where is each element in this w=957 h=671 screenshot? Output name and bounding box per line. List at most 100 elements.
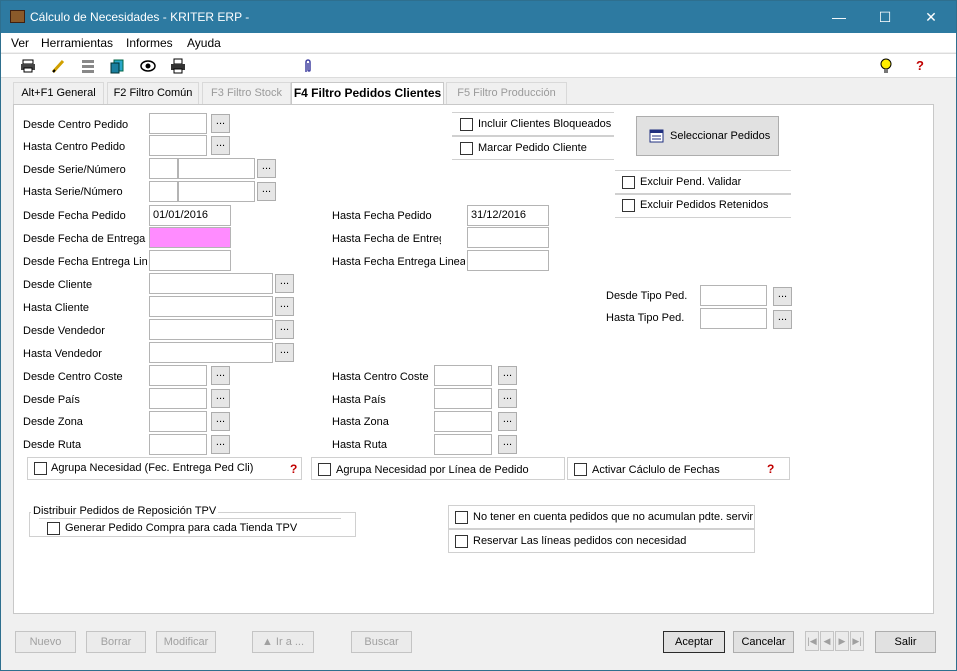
maximize-button[interactable]: ☐ bbox=[862, 1, 908, 33]
label-hasta-serie-numero: Hasta Serie/Número bbox=[23, 186, 123, 198]
input-desde-centro-pedido[interactable] bbox=[149, 113, 207, 134]
ir-a-button[interactable]: ▲ Ir a ... bbox=[252, 631, 314, 653]
print-preview-icon[interactable] bbox=[170, 58, 186, 74]
paperclip-icon[interactable] bbox=[300, 58, 316, 74]
pencil-icon[interactable] bbox=[50, 58, 66, 74]
seleccionar-pedidos-button[interactable]: Seleccionar Pedidos bbox=[636, 116, 779, 156]
label-hasta-fecha-pedido: Hasta Fecha Pedido bbox=[332, 210, 432, 222]
cancelar-button[interactable]: Cancelar bbox=[733, 631, 794, 653]
first-record-icon[interactable]: |◀ bbox=[805, 631, 819, 651]
input-hasta-tipo-ped[interactable] bbox=[700, 308, 767, 329]
lookup-hasta-cliente[interactable]: ... bbox=[275, 297, 294, 316]
nuevo-button[interactable]: Nuevo bbox=[15, 631, 76, 653]
label-hasta-vendedor: Hasta Vendedor bbox=[23, 348, 102, 360]
input-desde-tipo-ped[interactable] bbox=[700, 285, 767, 306]
previous-record-icon[interactable]: ◀ bbox=[820, 631, 834, 651]
tab-filtro-pedidos-clientes[interactable]: F4 Filtro Pedidos Clientes bbox=[291, 82, 444, 105]
input-hasta-cliente[interactable] bbox=[149, 296, 273, 317]
menu-ver[interactable]: Ver bbox=[11, 36, 29, 50]
help-icon[interactable]: ? bbox=[912, 58, 928, 74]
checkbox-no-tener-en-cuenta[interactable] bbox=[455, 511, 468, 524]
menu-informes[interactable]: Informes bbox=[126, 36, 173, 50]
lookup-hasta-pais[interactable]: ... bbox=[498, 389, 517, 408]
input-desde-cliente[interactable] bbox=[149, 273, 273, 294]
input-desde-serie[interactable] bbox=[149, 158, 178, 179]
checkbox-marcar-pedido[interactable] bbox=[460, 142, 473, 155]
lookup-desde-vendedor[interactable]: ... bbox=[275, 320, 294, 339]
list-icon[interactable] bbox=[80, 58, 96, 74]
menu-ayuda[interactable]: Ayuda bbox=[187, 36, 221, 50]
label-desde-tipo-ped: Desde Tipo Ped. bbox=[606, 290, 688, 302]
input-hasta-ruta[interactable] bbox=[434, 434, 492, 455]
menu-herramientas[interactable]: Herramientas bbox=[41, 36, 113, 50]
salir-button[interactable]: Salir bbox=[875, 631, 936, 653]
lookup-hasta-zona[interactable]: ... bbox=[498, 412, 517, 431]
copy-icon[interactable] bbox=[110, 58, 126, 74]
input-hasta-fecha-pedido[interactable]: 31/12/2016 bbox=[467, 205, 549, 226]
tab-filtro-comun[interactable]: F2 Filtro Común bbox=[107, 82, 199, 104]
input-desde-pais[interactable] bbox=[149, 388, 207, 409]
lookup-hasta-vendedor[interactable]: ... bbox=[275, 343, 294, 362]
borrar-button[interactable]: Borrar bbox=[86, 631, 146, 653]
lookup-desde-cliente[interactable]: ... bbox=[275, 274, 294, 293]
lookup-desde-serie-numero[interactable]: ... bbox=[257, 159, 276, 178]
buscar-button[interactable]: Buscar bbox=[351, 631, 412, 653]
checkbox-agrupa-linea[interactable] bbox=[318, 463, 331, 476]
label-agrupa-fec-entrega: Agrupa Necesidad (Fec. Entrega Ped Cli) bbox=[51, 462, 254, 474]
lightbulb-icon[interactable] bbox=[878, 58, 894, 74]
printer-icon[interactable] bbox=[20, 58, 36, 74]
modificar-button[interactable]: Modificar bbox=[156, 631, 216, 653]
lookup-desde-tipo-ped[interactable]: ... bbox=[773, 287, 792, 306]
input-hasta-centro-coste[interactable] bbox=[434, 365, 492, 386]
input-hasta-numero[interactable] bbox=[178, 181, 255, 202]
close-button[interactable]: ✕ bbox=[908, 1, 954, 33]
lookup-desde-zona[interactable]: ... bbox=[211, 412, 230, 431]
input-hasta-pais[interactable] bbox=[434, 388, 492, 409]
checkbox-excluir-pend-validar[interactable] bbox=[622, 176, 635, 189]
label-hasta-cliente: Hasta Cliente bbox=[23, 302, 90, 314]
input-desde-fecha-entrega[interactable] bbox=[149, 227, 231, 248]
input-hasta-centro-pedido[interactable] bbox=[149, 135, 207, 156]
lookup-desde-ruta[interactable]: ... bbox=[211, 435, 230, 454]
checkbox-generar-pedido-compra[interactable] bbox=[47, 522, 60, 535]
label-reservar-lineas: Reservar Las líneas pedidos con necesida… bbox=[473, 535, 687, 547]
lookup-hasta-serie-numero[interactable]: ... bbox=[257, 182, 276, 201]
help-activar-calculo-icon[interactable]: ? bbox=[767, 462, 774, 476]
input-hasta-fecha-entrega[interactable] bbox=[467, 227, 549, 248]
input-desde-fecha-entrega-linea[interactable] bbox=[149, 250, 231, 271]
lookup-hasta-ruta[interactable]: ... bbox=[498, 435, 517, 454]
input-hasta-zona[interactable] bbox=[434, 411, 492, 432]
checkbox-activar-calculo[interactable] bbox=[574, 463, 587, 476]
lookup-hasta-centro-pedido[interactable]: ... bbox=[211, 136, 230, 155]
checkbox-excluir-retenidos[interactable] bbox=[622, 199, 635, 212]
checkbox-incluir-bloqueados[interactable] bbox=[460, 118, 473, 131]
lookup-hasta-tipo-ped[interactable]: ... bbox=[773, 310, 792, 329]
aceptar-button[interactable]: Aceptar bbox=[663, 631, 725, 653]
lookup-hasta-centro-coste[interactable]: ... bbox=[498, 366, 517, 385]
label-desde-cliente: Desde Cliente bbox=[23, 279, 93, 291]
input-desde-fecha-pedido[interactable]: 01/01/2016 bbox=[149, 205, 231, 226]
last-record-icon[interactable]: ▶| bbox=[850, 631, 864, 651]
eye-icon[interactable] bbox=[140, 58, 156, 74]
label-desde-centro-coste: Desde Centro Coste bbox=[23, 371, 123, 383]
lookup-desde-centro-coste[interactable]: ... bbox=[211, 366, 230, 385]
lookup-desde-centro-pedido[interactable]: ... bbox=[211, 114, 230, 133]
next-record-icon[interactable]: ▶ bbox=[835, 631, 849, 651]
help-agrupa-fec-entrega-icon[interactable]: ? bbox=[290, 462, 297, 476]
minimize-button[interactable]: — bbox=[816, 1, 862, 33]
checkbox-agrupa-fec-entrega[interactable] bbox=[34, 462, 47, 475]
input-desde-ruta[interactable] bbox=[149, 434, 207, 455]
tab-filtro-stock[interactable]: F3 Filtro Stock bbox=[202, 82, 291, 104]
tab-filtro-produccion[interactable]: F5 Filtro Producción bbox=[446, 82, 567, 104]
input-hasta-serie[interactable] bbox=[149, 181, 178, 202]
input-desde-numero[interactable] bbox=[178, 158, 255, 179]
lookup-desde-pais[interactable]: ... bbox=[211, 389, 230, 408]
label-excluir-pend-validar: Excluir Pend. Validar bbox=[640, 176, 742, 188]
input-desde-zona[interactable] bbox=[149, 411, 207, 432]
checkbox-reservar-lineas[interactable] bbox=[455, 535, 468, 548]
input-hasta-vendedor[interactable] bbox=[149, 342, 273, 363]
tab-general[interactable]: Alt+F1 General bbox=[13, 82, 104, 104]
input-hasta-fecha-entrega-linea[interactable] bbox=[467, 250, 549, 271]
input-desde-centro-coste[interactable] bbox=[149, 365, 207, 386]
input-desde-vendedor[interactable] bbox=[149, 319, 273, 340]
